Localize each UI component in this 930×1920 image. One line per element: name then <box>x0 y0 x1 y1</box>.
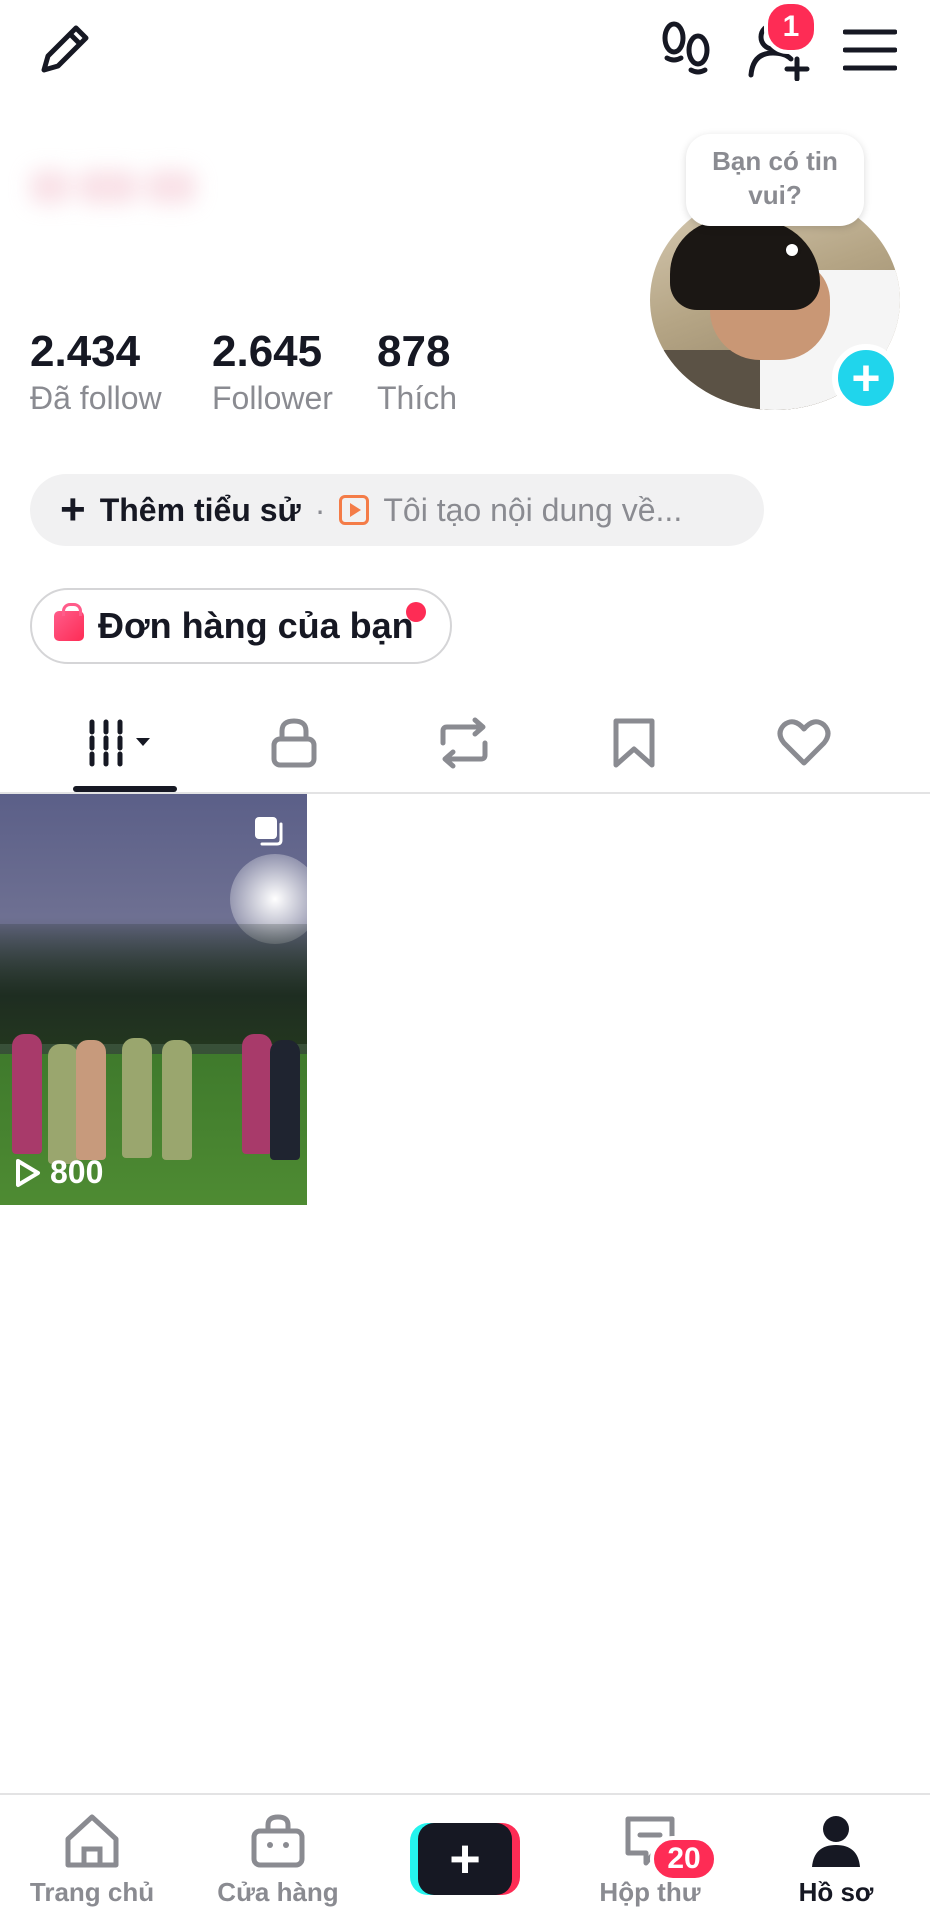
plus-icon: + <box>60 485 86 534</box>
video-view-count: 800 <box>14 1154 103 1191</box>
add-bio-button[interactable]: + Thêm tiểu sử · Tôi tạo nội dung về... <box>30 474 764 546</box>
grid-icon <box>89 719 150 767</box>
add-bio-label: Thêm tiểu sử <box>99 491 301 528</box>
pencil-icon <box>41 25 89 73</box>
likes-count: 878 <box>377 327 451 376</box>
thumbnail-player <box>76 1040 106 1160</box>
nav-shop-label: Cửa hàng <box>217 1877 339 1907</box>
nav-home-label: Trang chủ <box>29 1877 155 1907</box>
thumbnail-trees <box>0 924 307 1044</box>
add-friend-badge: 1 <box>764 0 818 54</box>
profile-icon <box>812 1816 860 1867</box>
orders-label: Đơn hàng của bạn <box>98 605 414 646</box>
create-icon: + <box>418 1823 512 1895</box>
add-story-button[interactable]: + <box>832 344 900 412</box>
bio-hint-text: Tôi tạo nội dung về... <box>383 491 683 528</box>
edit-profile-button[interactable] <box>30 14 100 84</box>
following-label: Đã follow <box>30 380 162 416</box>
avatar-photo-hair <box>670 220 820 310</box>
nav-shop[interactable]: Cửa hàng <box>198 1813 358 1908</box>
status-note-dot <box>786 244 798 256</box>
menu-button[interactable] <box>834 14 906 86</box>
view-count-text: 800 <box>50 1154 104 1190</box>
bio-separator: · <box>314 491 326 528</box>
nav-profile[interactable]: Hồ sơ <box>756 1813 916 1908</box>
footprints-icon <box>662 21 710 75</box>
repost-icon <box>440 717 488 769</box>
nav-profile-label: Hồ sơ <box>798 1877 874 1907</box>
inbox-badge: 20 <box>650 1836 718 1882</box>
bottom-navigation: Trang chủ Cửa hàng + Hộp thư Hồ sơ <box>0 1793 930 1920</box>
tab-liked[interactable] <box>744 708 864 778</box>
shopping-bag-icon <box>54 603 84 641</box>
multi-photo-icon <box>255 817 283 846</box>
play-icon <box>16 1158 40 1187</box>
home-icon <box>65 1814 119 1868</box>
likes-label: Thích <box>377 380 458 416</box>
tab-private[interactable] <box>234 708 354 778</box>
orders-notification-dot <box>406 602 426 622</box>
followers-label: Follower <box>212 380 333 416</box>
profile-name-blurred <box>30 170 210 220</box>
shop-icon <box>251 1814 305 1868</box>
tab-favorites[interactable] <box>574 708 694 778</box>
your-orders-button[interactable]: Đơn hàng của bạn <box>30 588 452 664</box>
create-button[interactable]: + <box>410 1823 520 1895</box>
status-note-bubble[interactable]: Bạn có tin vui? <box>686 134 864 226</box>
followers-count: 2.645 <box>212 327 323 376</box>
thumbnail-player <box>242 1034 272 1154</box>
video-thumbnail[interactable] <box>0 794 307 1205</box>
thumbnail-player <box>270 1040 300 1160</box>
hamburger-menu-icon <box>843 29 897 71</box>
thumbnail-player <box>162 1040 192 1160</box>
bookmark-icon <box>613 718 655 768</box>
thumbnail-player <box>122 1038 152 1158</box>
following-count: 2.434 <box>30 327 141 376</box>
heart-icon <box>777 719 831 766</box>
tab-videos[interactable] <box>64 708 184 778</box>
thumbnail-player <box>12 1034 42 1154</box>
nav-home[interactable]: Trang chủ <box>12 1813 172 1908</box>
lock-icon <box>271 718 317 768</box>
play-square-icon <box>339 495 370 525</box>
thumbnail-player <box>48 1044 78 1164</box>
profile-views-button[interactable] <box>650 14 722 86</box>
tab-reposts[interactable] <box>404 708 524 778</box>
